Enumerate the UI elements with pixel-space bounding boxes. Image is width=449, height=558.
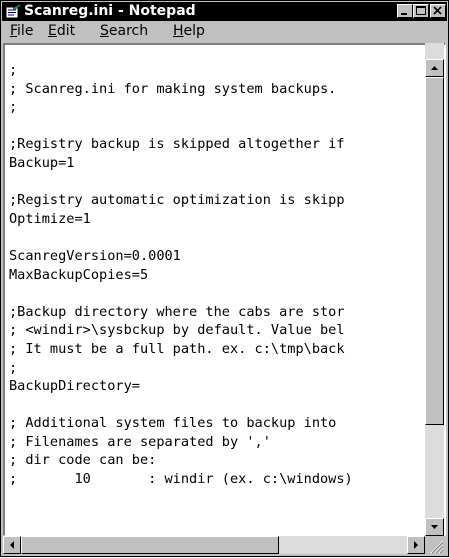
minimize-button[interactable] [397,4,413,18]
horizontal-scroll-thumb[interactable] [21,536,279,554]
text-line: ScanregVersion=0.0001 [9,247,181,264]
notepad-icon[interactable] [5,3,21,19]
text-line [9,228,427,247]
vertical-scroll-thumb[interactable] [425,77,444,425]
text-line: ; It must be a full path. ex. c:\tmp\bac… [9,340,345,357]
title-bar[interactable]: Scanreg.ini - Notepad [2,2,447,21]
horizontal-scrollbar[interactable] [3,536,425,554]
arrow-left-icon [10,541,14,549]
text-line [9,117,427,136]
text-line: ; Filenames are separated by ',' [9,433,271,450]
arrow-right-icon [414,541,418,549]
text-line: ; 10 : windir (ex. c:\windows) [9,471,353,488]
text-line: ;Registry backup is skipped altogether i… [9,136,345,153]
text-line: ;Backup directory where the cabs are sto… [9,303,345,320]
text-line [9,396,427,415]
scroll-down-button[interactable] [425,518,444,536]
scroll-up-button[interactable] [425,59,444,77]
window-title: Scanreg.ini - Notepad [24,3,196,19]
menu-bar: File Edit Search Help [2,21,447,42]
text-line: ; Scanreg.ini for making system backups. [9,80,337,97]
text-line: ; [9,359,18,376]
text-line: ; dir code can be: [9,452,157,469]
text-line: MaxBackupCopies=5 [9,266,149,283]
resize-grip[interactable] [425,536,444,554]
text-line: ; Additional system files to backup into [9,415,337,432]
maximize-button[interactable] [413,4,429,18]
close-icon [433,6,442,15]
text-line: ; [9,99,18,116]
notepad-window: Scanreg.ini - Notepad File Edit Search H… [0,0,449,557]
resize-grip-icon [430,540,444,554]
minimize-icon [401,13,407,15]
scroll-right-button[interactable] [407,536,425,554]
arrow-up-icon [431,66,438,70]
text-editor[interactable]: ; ; Scanreg.ini for making system backups… [3,43,446,536]
text-line: ; <windir>\sysbckup by default. Value be… [9,322,345,339]
menu-help[interactable]: Help [173,21,205,42]
text-line: ;Registry automatic optimization is skip… [9,192,345,209]
vertical-scrollbar[interactable] [425,43,444,537]
text-line: Optimize=1 [9,210,91,227]
menu-file[interactable]: File [10,21,33,42]
scroll-left-button[interactable] [3,536,21,554]
document-text: ; ; Scanreg.ini for making system backups… [9,61,427,521]
maximize-icon [416,6,426,15]
text-line [9,284,427,303]
text-line: ; [9,62,18,78]
text-line: Backup=1 [9,154,75,171]
text-line [9,173,427,192]
arrow-down-icon [431,525,438,529]
menu-edit[interactable]: Edit [48,21,75,42]
menu-search[interactable]: Search [100,21,148,42]
text-line: BackupDirectory= [9,378,140,395]
close-button[interactable] [430,4,446,18]
